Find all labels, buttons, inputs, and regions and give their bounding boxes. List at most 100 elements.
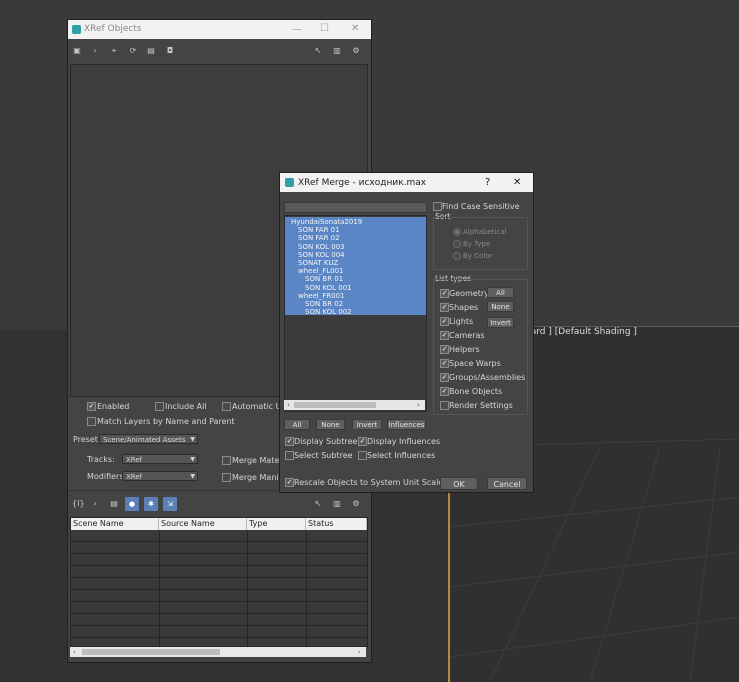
arrow-icon[interactable]: › <box>90 499 100 509</box>
table-row[interactable] <box>71 590 367 602</box>
match-layers-checkbox[interactable] <box>87 417 96 426</box>
close-button[interactable]: ✕ <box>513 177 521 188</box>
scrollbar-thumb[interactable] <box>82 649 220 655</box>
scrollbar-thumb[interactable] <box>294 402 376 408</box>
settings-icon[interactable]: ⚙ <box>351 499 361 509</box>
list-icon[interactable]: ▥ <box>332 499 342 509</box>
table-row[interactable] <box>71 578 367 590</box>
rescale-objects-checkbox[interactable]: ✓ <box>285 478 294 487</box>
lights-label: Lights <box>449 317 474 326</box>
select-all-button[interactable]: All <box>284 419 310 430</box>
select-none-button[interactable]: None <box>316 419 345 430</box>
xref-objects-titlebar[interactable]: XRef Objects — ☐ ✕ <box>68 20 371 39</box>
scroll-left-icon[interactable]: ‹ <box>73 648 76 656</box>
space-warps-checkbox[interactable]: ✓ <box>440 359 449 368</box>
geometry-checkbox[interactable]: ✓ <box>440 289 449 298</box>
table-row[interactable] <box>71 554 367 566</box>
display-subtree-checkbox[interactable]: ✓ <box>285 437 294 446</box>
find-case-sensitive-checkbox[interactable] <box>433 202 442 211</box>
pointer-icon[interactable]: ↖ <box>313 46 323 56</box>
list-types-none-button[interactable]: None <box>487 301 514 312</box>
table-row[interactable] <box>71 566 367 578</box>
cameras-checkbox[interactable]: ✓ <box>440 331 449 340</box>
display-influences-checkbox[interactable]: ✓ <box>358 437 367 446</box>
lights-checkbox[interactable]: ✓ <box>440 317 449 326</box>
sort-by-type-radio[interactable] <box>453 240 461 248</box>
invert-selection-button[interactable]: Invert <box>352 419 382 430</box>
list-icon[interactable]: ▥ <box>332 46 342 56</box>
tree-item[interactable]: SON KOL 001 <box>305 284 352 292</box>
scroll-right-icon[interactable]: › <box>358 648 361 656</box>
helpers-checkbox[interactable]: ✓ <box>440 345 449 354</box>
list-types-invert-button[interactable]: Invert <box>487 317 514 328</box>
sort-alphabetical-radio[interactable] <box>453 228 461 236</box>
tree-item[interactable]: SON FAR 01 <box>298 226 340 234</box>
pointer-icon[interactable]: ↖ <box>313 499 323 509</box>
bone-objects-checkbox[interactable]: ✓ <box>440 387 449 396</box>
tree-item[interactable]: wheel_FR001 <box>298 292 344 300</box>
merge-materials-checkbox[interactable] <box>222 456 231 465</box>
tree-item[interactable]: HyundaiSonata2019 <box>291 218 362 226</box>
select-influences-checkbox[interactable] <box>358 451 367 460</box>
export-icon[interactable]: ⇲ <box>163 497 177 511</box>
object-tree[interactable]: HyundaiSonata2019 SON FAR 01 SON FAR 02 SON… <box>284 215 427 412</box>
braces-icon[interactable]: {I} <box>72 499 85 509</box>
include-all-checkbox[interactable] <box>155 402 164 411</box>
close-button[interactable]: ✕ <box>351 24 359 34</box>
tree-item[interactable]: SON KOL 004 <box>298 251 345 259</box>
viewport-label[interactable]: dard ] [Default Shading ] <box>525 327 637 337</box>
layers-icon[interactable]: ▤ <box>146 46 156 56</box>
scroll-left-icon[interactable]: ‹ <box>287 401 290 409</box>
tree-item[interactable]: SON FAR 02 <box>298 234 340 242</box>
tree-item[interactable]: wheel_FL001 <box>298 267 344 275</box>
modifiers-dropdown[interactable]: XRef ▼ <box>122 471 198 481</box>
list-types-all-button[interactable]: All <box>487 287 514 298</box>
cancel-button[interactable]: Cancel <box>487 477 527 490</box>
column-header-status[interactable]: Status <box>306 518 367 530</box>
arrow-icon[interactable]: › <box>90 46 100 56</box>
column-header-source-name[interactable]: Source Name <box>159 518 247 530</box>
scroll-right-icon[interactable]: › <box>417 401 420 409</box>
chevron-down-icon: ▼ <box>190 473 195 480</box>
layers-icon[interactable]: ▤ <box>109 499 119 509</box>
ok-button[interactable]: OK <box>440 477 478 490</box>
table-row[interactable] <box>71 602 367 614</box>
refresh-icon[interactable]: ⟳ <box>128 46 138 56</box>
enabled-checkbox[interactable]: ✓ <box>87 402 96 411</box>
preset-dropdown[interactable]: Scene/Animated Assets ▼ <box>99 434 198 444</box>
merge-icon[interactable]: ◘ <box>165 46 175 56</box>
tree-item[interactable]: SONAT KUZ <box>298 259 338 267</box>
influences-button[interactable]: Influences <box>387 419 426 430</box>
help-button[interactable]: ? <box>485 177 490 188</box>
column-header-type[interactable]: Type <box>247 518 306 530</box>
render-settings-checkbox[interactable] <box>440 401 449 410</box>
table-row[interactable] <box>71 626 367 638</box>
column-header-scene-name[interactable]: Scene Name <box>71 518 159 530</box>
sort-by-color-radio[interactable] <box>453 252 461 260</box>
horizontal-scrollbar[interactable]: ‹ › <box>70 647 366 657</box>
highlight-icon[interactable]: ✱ <box>144 497 158 511</box>
add-xref-icon[interactable]: ▣ <box>72 46 82 56</box>
maximize-button[interactable]: ☐ <box>320 24 329 34</box>
merge-manipulators-checkbox[interactable] <box>222 473 231 482</box>
filter-input[interactable] <box>284 202 427 213</box>
tree-item[interactable]: SON BR 02 <box>305 300 343 308</box>
tree-item[interactable]: SON KOL 002 <box>305 308 352 316</box>
settings-icon[interactable]: ⚙ <box>351 46 361 56</box>
automatic-update-checkbox[interactable] <box>222 402 231 411</box>
tree-item[interactable]: SON KOL 003 <box>298 243 345 251</box>
xref-items-table[interactable]: Scene Name Source Name Type Status <box>70 517 368 647</box>
table-row[interactable] <box>71 542 367 554</box>
tracks-dropdown[interactable]: XRef ▼ <box>122 454 198 464</box>
table-row[interactable] <box>71 614 367 626</box>
shapes-checkbox[interactable]: ✓ <box>440 303 449 312</box>
select-icon[interactable]: ● <box>125 497 139 511</box>
target-icon[interactable]: ⌖ <box>109 46 119 56</box>
groups-assemblies-checkbox[interactable]: ✓ <box>440 373 449 382</box>
xref-merge-titlebar[interactable]: XRef Merge - исходник.max ? ✕ <box>280 173 533 192</box>
minimize-button[interactable]: — <box>292 25 302 35</box>
table-row[interactable] <box>71 530 367 542</box>
tree-item[interactable]: SON BR 01 <box>305 275 343 283</box>
tree-horizontal-scrollbar[interactable]: ‹ › <box>284 400 425 410</box>
select-subtree-checkbox[interactable] <box>285 451 294 460</box>
